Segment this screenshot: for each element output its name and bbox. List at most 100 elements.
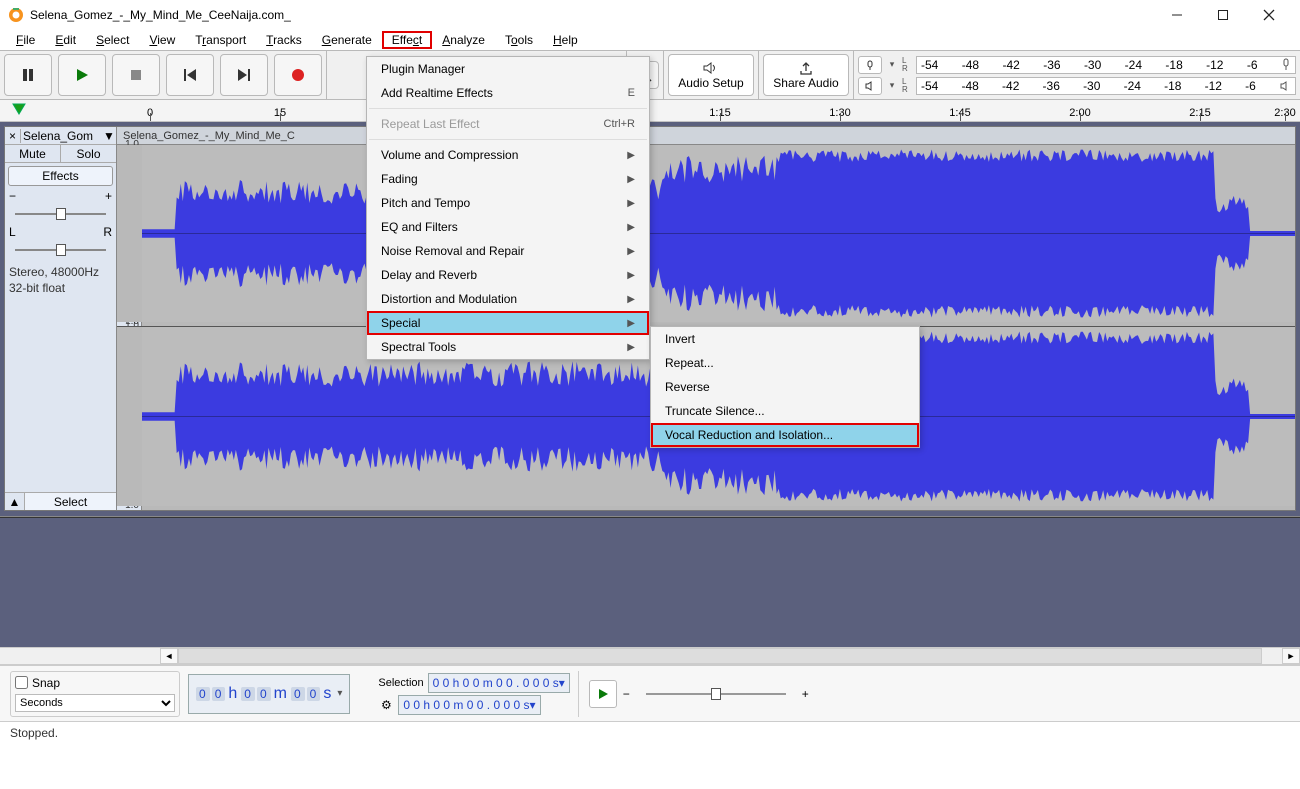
share-group: Share Audio — [759, 51, 854, 99]
special-submenu-item[interactable]: Vocal Reduction and Isolation... — [651, 423, 919, 447]
track-format-info: Stereo, 48000Hz 32-bit float — [5, 261, 116, 300]
special-submenu-item[interactable]: Truncate Silence... — [651, 399, 919, 423]
effects-button[interactable]: Effects — [8, 166, 113, 186]
maximize-button[interactable] — [1200, 0, 1246, 30]
menu-file[interactable]: File — [6, 31, 45, 49]
share-audio-button[interactable]: Share Audio — [763, 54, 849, 96]
chevron-right-icon: ▶ — [627, 222, 635, 233]
chevron-right-icon: ▶ — [627, 342, 635, 353]
play-button[interactable] — [58, 54, 106, 96]
bottom-toolbar: Snap Seconds 00h 00m 00s ▾ Selection 0 0… — [0, 665, 1300, 721]
track-menu-button[interactable]: ▼ — [102, 129, 116, 143]
effect-menu-item: Repeat Last EffectCtrl+R — [367, 112, 649, 136]
window-title: Selena_Gomez_-_My_Mind_Me_CeeNaija.com_ — [30, 8, 1154, 22]
special-submenu-item[interactable]: Invert — [651, 327, 919, 351]
app-logo-icon — [8, 7, 24, 23]
record-meter[interactable]: -54-48-42-36-30-24-18-12-6 — [916, 56, 1296, 74]
track-name[interactable]: Selena_Gom — [21, 129, 102, 143]
waveform-channel-left[interactable] — [117, 145, 1295, 322]
timeline-ruler[interactable]: 0151:151:301:452:002:152:30 — [0, 100, 1300, 122]
playback-meter-icon[interactable] — [858, 77, 882, 95]
menu-select[interactable]: Select — [86, 31, 139, 49]
chevron-right-icon: ▶ — [627, 150, 635, 161]
pan-r-label: R — [103, 225, 112, 239]
effect-menu-item[interactable]: Plugin Manager — [367, 57, 649, 81]
effect-menu-item[interactable]: Delay and Reverb▶ — [367, 263, 649, 287]
snap-unit-select[interactable]: Seconds — [15, 694, 175, 712]
hscroll-thumb[interactable] — [179, 649, 1261, 663]
special-submenu-item[interactable]: Repeat... — [651, 351, 919, 375]
time-position-display[interactable]: 00h 00m 00s ▾ — [188, 674, 350, 714]
playback-speed-slider[interactable] — [636, 684, 796, 704]
solo-button[interactable]: Solo — [61, 145, 116, 162]
gear-icon[interactable]: ⚙ — [378, 697, 394, 713]
effect-menu-item[interactable]: Spectral Tools▶ — [367, 335, 649, 359]
audio-setup-label: Audio Setup — [678, 76, 743, 90]
effect-menu-item[interactable]: EQ and Filters▶ — [367, 215, 649, 239]
gain-slider[interactable] — [9, 205, 112, 223]
clip-area[interactable]: Selena_Gomez_-_My_Mind_Me_C 1.00.50.0-0.… — [117, 127, 1295, 510]
selection-box: Selection 0 0 h 0 0 m 0 0 . 0 0 0 s▾ ⚙ 0… — [378, 673, 569, 715]
toolbar: Audio Setup Share Audio ▾ LR -54-48-42-3… — [0, 50, 1300, 100]
play-at-speed-group: − + — [578, 671, 809, 717]
chevron-down-icon[interactable]: ▾ — [886, 59, 898, 70]
skip-start-button[interactable] — [166, 54, 214, 96]
share-icon — [798, 61, 814, 75]
effect-menu-item[interactable]: Distortion and Modulation▶ — [367, 287, 649, 311]
empty-track-area[interactable] — [0, 517, 1300, 647]
speaker-small-icon — [1279, 80, 1291, 92]
menu-tools[interactable]: Tools — [495, 31, 543, 49]
clip-title[interactable]: Selena_Gomez_-_My_Mind_Me_C — [117, 127, 1295, 145]
menu-effect[interactable]: Effect — [382, 31, 432, 49]
effect-menu-item[interactable]: Pitch and Tempo▶ — [367, 191, 649, 215]
menu-help[interactable]: Help — [543, 31, 588, 49]
effect-menu-item[interactable]: Noise Removal and Repair▶ — [367, 239, 649, 263]
stop-button[interactable] — [112, 54, 160, 96]
menu-view[interactable]: View — [139, 31, 185, 49]
skip-end-button[interactable] — [220, 54, 268, 96]
audio-track: × Selena_Gom ▼ Mute Solo Effects −+ LR S… — [4, 126, 1296, 511]
menu-generate[interactable]: Generate — [312, 31, 382, 49]
menu-edit[interactable]: Edit — [45, 31, 86, 49]
special-submenu-item[interactable]: Reverse — [651, 375, 919, 399]
status-text: Stopped. — [10, 726, 58, 740]
statusbar: Stopped. — [0, 721, 1300, 743]
track-select-button[interactable]: Select — [25, 493, 116, 510]
selection-start[interactable]: 0 0 h 0 0 m 0 0 . 0 0 0 s▾ — [428, 673, 570, 693]
track-close-button[interactable]: × — [5, 129, 21, 143]
chevron-down-icon[interactable]: ▾ — [886, 80, 898, 91]
effect-menu-item[interactable]: Fading▶ — [367, 167, 649, 191]
speed-plus: + — [802, 687, 809, 701]
menu-analyze[interactable]: Analyze — [432, 31, 495, 49]
play-at-speed-button[interactable] — [589, 680, 617, 708]
close-button[interactable] — [1246, 0, 1292, 30]
scroll-left-button[interactable]: ◄ — [160, 648, 178, 664]
record-meter-icon[interactable] — [858, 56, 882, 74]
scroll-right-button[interactable]: ► — [1282, 648, 1300, 664]
mute-button[interactable]: Mute — [5, 145, 61, 162]
playback-meter[interactable]: -54-48-42-36-30-24-18-12-6 — [916, 77, 1296, 95]
track-area: × Selena_Gom ▼ Mute Solo Effects −+ LR S… — [0, 122, 1300, 517]
collapse-button[interactable]: ▲ — [5, 493, 25, 510]
chevron-right-icon: ▶ — [627, 174, 635, 185]
minimize-button[interactable] — [1154, 0, 1200, 30]
pause-button[interactable] — [4, 54, 52, 96]
snap-box: Snap Seconds — [10, 671, 180, 717]
menu-tracks[interactable]: Tracks — [256, 31, 312, 49]
snap-checkbox[interactable]: Snap — [15, 676, 175, 690]
audio-setup-button[interactable]: Audio Setup — [668, 54, 754, 96]
chevron-right-icon: ▶ — [627, 198, 635, 209]
transport-group — [0, 51, 327, 99]
menu-transport[interactable]: Transport — [185, 31, 256, 49]
record-button[interactable] — [274, 54, 322, 96]
lr-label: LR — [902, 57, 912, 73]
menubar: File Edit Select View Transport Tracks G… — [0, 30, 1300, 50]
pan-slider[interactable] — [9, 241, 112, 259]
hscroll-track[interactable] — [178, 648, 1262, 664]
speaker-icon — [702, 61, 720, 75]
effect-menu-item[interactable]: Volume and Compression▶ — [367, 143, 649, 167]
effect-menu-item[interactable]: Add Realtime EffectsE — [367, 81, 649, 105]
selection-end[interactable]: 0 0 h 0 0 m 0 0 . 0 0 0 s▾ — [398, 695, 540, 715]
effect-menu-item[interactable]: Special▶ — [367, 311, 649, 335]
meters: ▾ LR -54-48-42-36-30-24-18-12-6 ▾ LR -54… — [854, 51, 1300, 99]
